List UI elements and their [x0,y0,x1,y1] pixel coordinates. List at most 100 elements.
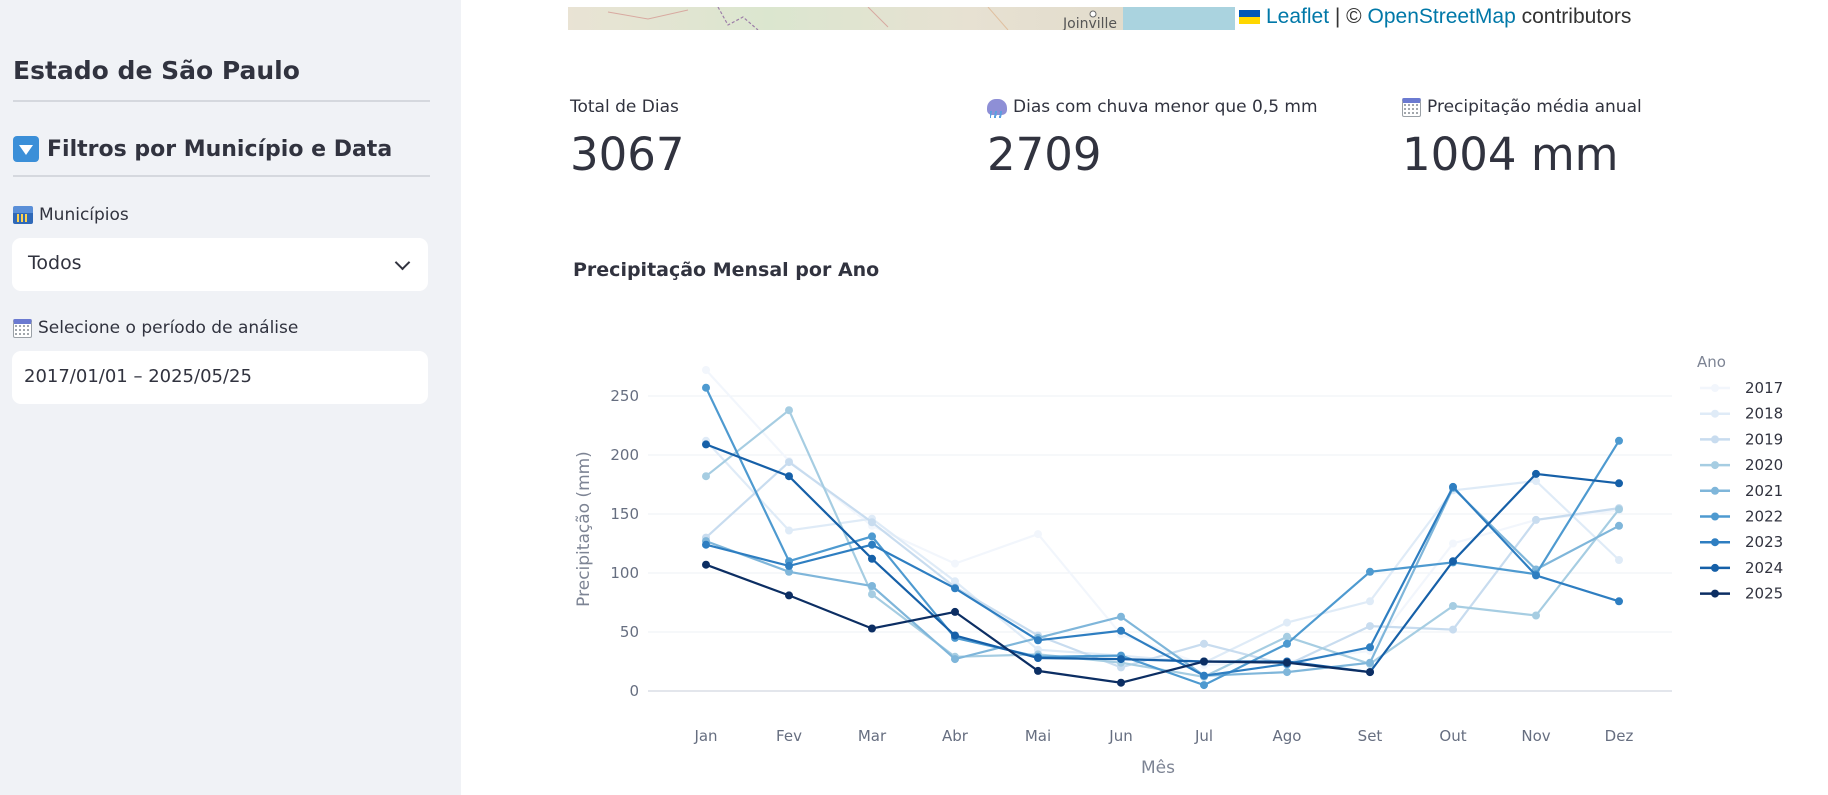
y-tick-label: 250 [610,387,639,405]
municipios-label-text: Municípios [39,205,129,225]
data-point [1366,668,1374,677]
metric-label-text: Total de Dias [570,97,679,117]
series-line [705,486,1620,677]
data-point [1615,597,1623,606]
data-point [1034,636,1042,645]
x-tick-label: Fev [776,727,802,745]
legend-entry: 2020 [1745,456,1783,474]
sidebar-title: Estado de São Paulo [13,56,300,85]
data-point [1366,658,1374,667]
sidebar: Estado de São Paulo Filtros por Municípi… [0,0,461,795]
data-point [785,406,793,415]
map-city-label: Joinville [1063,16,1118,30]
x-tick-label: Dez [1605,727,1634,745]
data-point [785,561,793,570]
data-point [868,514,876,523]
data-point [702,436,710,445]
legend-entry: 2024 [1745,559,1783,577]
data-point [951,577,959,586]
series-line [705,485,1620,677]
divider [13,175,430,177]
data-point [1615,504,1623,513]
map[interactable]: Joinville [568,7,1235,30]
data-point [1034,631,1042,640]
metric-value: 2709 [987,128,1102,181]
metric-label-text: Dias com chuva menor que 0,5 mm [1013,97,1318,117]
metric-value: 1004 mm [1402,128,1619,181]
date-range-input[interactable]: 2017/01/01 – 2025/05/25 [12,351,428,404]
data-point [1532,515,1540,524]
data-point [1615,436,1623,445]
cityscape-icon [13,206,33,224]
data-point [1034,666,1042,675]
data-point [1200,671,1208,680]
data-point [785,591,793,600]
data-point [702,537,710,546]
series-line [705,440,1620,664]
leaflet-link[interactable]: Leaflet [1266,5,1329,28]
legend-entry: 2022 [1745,508,1783,526]
legend-swatch-marker [1711,435,1719,444]
divider [13,100,430,102]
data-point [1034,654,1042,662]
data-point [1449,557,1457,566]
data-point [1283,657,1291,666]
data-point [1200,639,1208,648]
metric-label-text: Precipitação média anual [1427,97,1642,117]
data-point [1366,622,1374,631]
data-point [1117,663,1125,672]
legend-swatch-marker [1711,461,1719,470]
data-point [1034,650,1042,659]
x-tick-label: Abr [942,727,969,745]
x-tick-label: Set [1358,727,1383,745]
osm-link[interactable]: OpenStreetMap [1368,5,1516,28]
municipios-label: Municípios [13,205,129,225]
data-point [1034,645,1042,654]
data-point [868,518,876,527]
metric-avg-precip: Precipitação média anual 1004 mm [1402,94,1642,181]
data-point [951,583,959,592]
data-point [1117,678,1125,687]
data-point [702,472,710,481]
series-line [705,460,1620,669]
data-point [1117,626,1125,635]
data-point [1200,672,1208,681]
data-point [1449,602,1457,610]
calendar-icon [1402,97,1421,117]
legend-swatch-marker [1711,512,1719,521]
data-point [1449,558,1457,567]
metric-label: Dias com chuva menor que 0,5 mm [987,94,1318,120]
data-point [1532,571,1540,580]
data-point [1283,657,1291,666]
data-point [1117,651,1125,660]
data-point [702,560,710,569]
x-axis-title: Mês [1141,758,1175,778]
x-tick-label: Out [1439,727,1466,745]
filters-heading: Filtros por Município e Data [13,136,392,162]
metric-label: Precipitação média anual [1402,94,1642,120]
data-point [1034,530,1042,539]
series-line [705,387,1620,687]
x-tick-label: Ago [1273,727,1302,745]
municipios-select[interactable]: Todos [12,238,428,291]
data-point [785,456,793,465]
data-point [951,559,959,568]
x-tick-label: Jul [1194,727,1213,745]
data-point [868,582,876,590]
data-point [1117,651,1125,660]
legend-entry: 2017 [1745,379,1783,397]
data-point [702,540,710,549]
data-point [1034,652,1042,661]
data-point [1283,659,1291,668]
data-point [951,584,959,593]
data-point [1615,505,1623,514]
data-point [1366,567,1374,576]
map-water [1123,7,1235,30]
data-point [951,607,959,616]
legend-swatch-marker [1711,486,1719,495]
data-point [868,554,876,563]
data-point [1449,486,1457,495]
municipios-select-value: Todos [28,252,82,274]
calendar-icon [13,318,32,338]
chevron-down-icon[interactable] [394,254,411,271]
